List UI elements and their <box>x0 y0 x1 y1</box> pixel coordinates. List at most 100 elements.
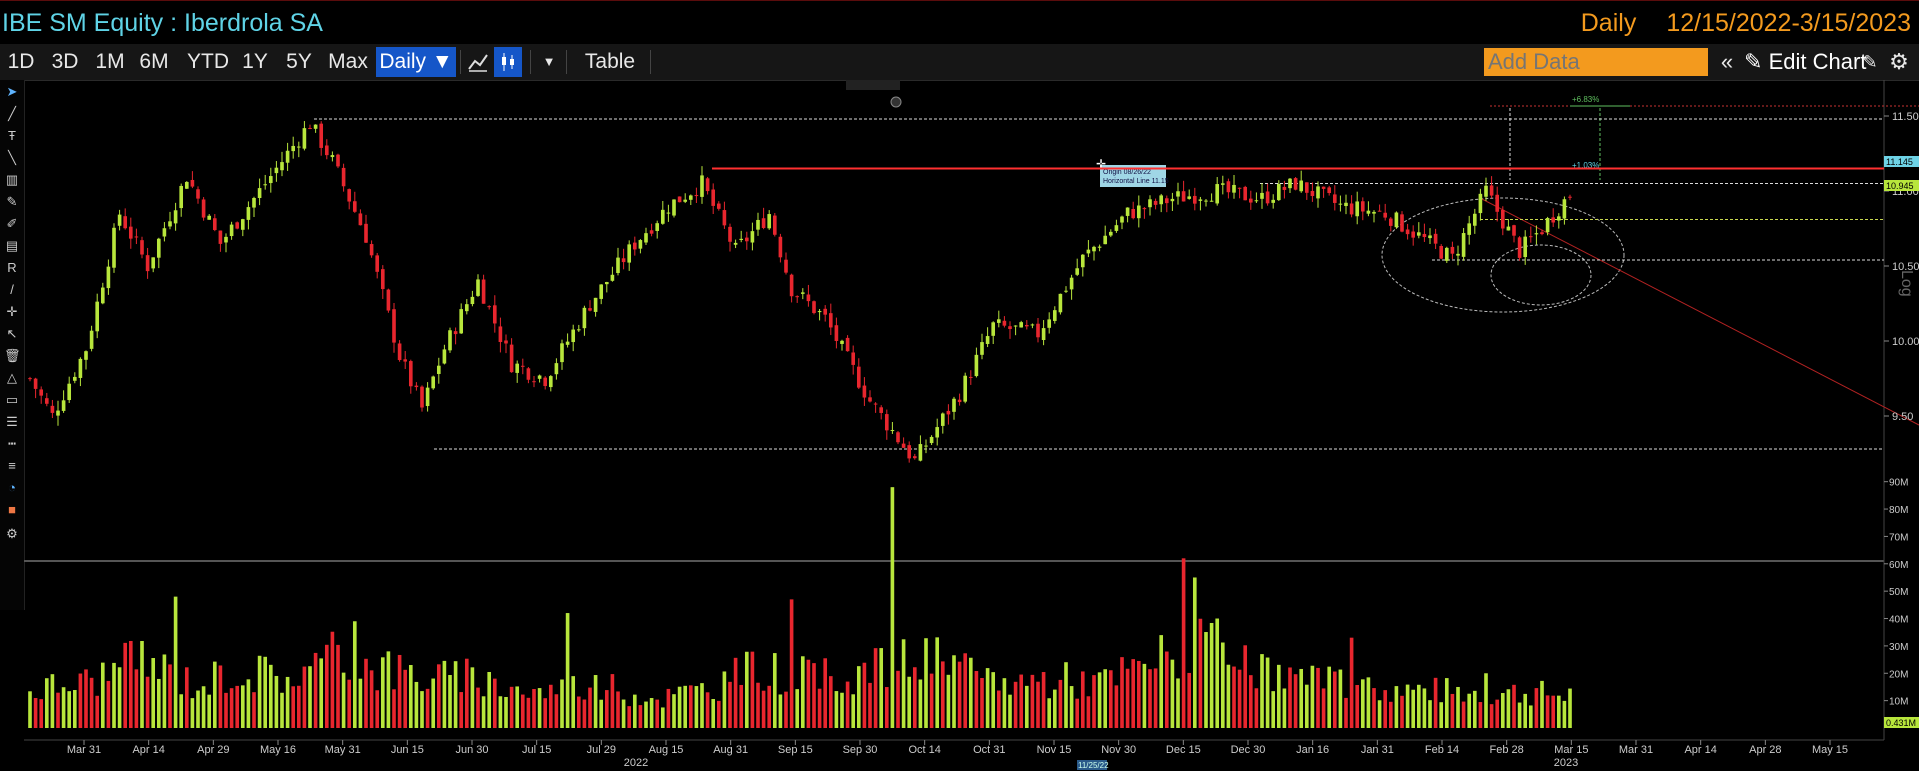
volume-bar <box>1108 670 1113 728</box>
candle <box>845 337 850 352</box>
double-chevron-left-icon[interactable]: « <box>1714 47 1740 77</box>
line-chart-icon[interactable] <box>464 47 492 77</box>
candle <box>940 413 945 426</box>
volume-bar <box>1360 679 1365 728</box>
range-1y-button[interactable]: 1Y <box>238 47 272 77</box>
range-max-button[interactable]: Max <box>326 47 370 77</box>
candle <box>1360 201 1365 212</box>
gear-icon[interactable]: ⚙ <box>1886 47 1912 77</box>
candle <box>1523 236 1528 258</box>
volume-bar <box>985 668 990 728</box>
range-5y-button[interactable]: 5Y <box>282 47 316 77</box>
candle <box>1472 213 1477 226</box>
volume-bar <box>201 686 206 728</box>
candle <box>610 274 615 281</box>
volume-tick-label: 70M <box>1889 532 1908 543</box>
candle <box>1293 178 1298 190</box>
candle <box>1064 290 1068 292</box>
volume-bar <box>448 675 452 728</box>
volume-bar <box>1097 672 1102 728</box>
candle <box>873 403 878 405</box>
dropdown-arrow-icon[interactable]: ▼ <box>536 47 562 77</box>
volume-bar <box>1383 690 1388 728</box>
candle <box>1489 185 1494 196</box>
volume-bar <box>1047 698 1052 728</box>
candle <box>548 376 553 388</box>
candle <box>1002 320 1007 326</box>
volume-bar <box>364 658 368 728</box>
time-tick-label: Mar 31 <box>1619 744 1653 756</box>
candle <box>1344 202 1348 207</box>
edit-chart-button[interactable]: ✎ Edit Chart <box>1744 47 1866 77</box>
candle <box>806 294 811 302</box>
volume-bar <box>1148 669 1152 728</box>
candle <box>442 349 447 364</box>
candle <box>1198 199 1203 201</box>
volume-bar <box>1086 696 1091 728</box>
range-3d-button[interactable]: 3D <box>48 47 82 77</box>
candle <box>1388 218 1393 226</box>
edit-settings-icon[interactable]: ✎ <box>1858 47 1882 77</box>
candle <box>1433 233 1438 244</box>
candle <box>324 145 329 156</box>
time-tick-label: Sep 30 <box>843 744 878 756</box>
candle <box>526 368 531 380</box>
candle <box>655 223 660 231</box>
volume-bar <box>884 687 889 728</box>
candle <box>677 196 682 203</box>
volume-bar <box>722 671 727 728</box>
range-1m-button[interactable]: 1M <box>92 47 128 77</box>
volume-tick-label: 30M <box>1889 642 1908 653</box>
volume-bar <box>1220 642 1225 728</box>
price-tick-label: 10.00 <box>1892 336 1919 348</box>
volume-bar <box>498 696 503 728</box>
log-scale-label: Log <box>1898 270 1915 297</box>
candle <box>72 376 77 381</box>
volume-bar <box>1215 618 1220 728</box>
volume-bar <box>1377 700 1382 728</box>
volume-bar <box>207 694 212 728</box>
candle <box>392 309 396 343</box>
candle <box>1495 194 1500 212</box>
candle <box>201 199 206 218</box>
volume-bar <box>112 662 116 728</box>
annotation-line1: Origin 08/26/22 <box>1103 169 1151 176</box>
candle <box>414 385 419 388</box>
candle <box>1551 217 1556 223</box>
candle <box>952 398 956 412</box>
volume-bar <box>756 682 760 728</box>
candle <box>380 269 385 290</box>
floating-draw-toolbar[interactable] <box>846 80 902 108</box>
volume-bar <box>319 658 324 728</box>
volume-bar <box>1198 618 1203 728</box>
volume-bar <box>957 661 962 728</box>
volume-tick-label: 90M <box>1889 478 1908 489</box>
candle <box>756 219 760 230</box>
period-label[interactable]: Daily <box>1581 9 1637 37</box>
candle <box>638 240 643 249</box>
table-button[interactable]: Table <box>578 47 642 77</box>
time-axis-group: Mar 31 Apr 14 Apr 29 May 16 May 31 Jun 15 Jun … <box>24 739 1884 769</box>
candle <box>1170 198 1175 202</box>
volume-bar <box>851 694 856 728</box>
volume-bar <box>1562 700 1567 728</box>
range-1d-button[interactable]: 1D <box>4 47 38 77</box>
frequency-dropdown[interactable]: Daily ▼ <box>376 47 456 77</box>
volume-bar <box>1366 677 1371 728</box>
security-title[interactable]: IBE SM Equity : Iberdrola SA <box>2 9 323 38</box>
candle <box>761 218 766 228</box>
range-ytd-button[interactable]: YTD <box>184 47 232 77</box>
candlestick-icon[interactable] <box>494 47 522 77</box>
candle <box>812 301 816 314</box>
date-range[interactable]: 12/15/2022-3/15/2023 <box>1666 9 1911 37</box>
candle <box>1243 186 1248 201</box>
candle <box>1265 191 1270 204</box>
range-6m-button[interactable]: 6M <box>136 47 172 77</box>
volume-bar <box>313 652 318 728</box>
price-chart[interactable]: +6.83% +1.03% Origin 08/26/22 Horizontal… <box>0 80 1919 771</box>
candle <box>1355 201 1360 217</box>
volume-badge-text: 0.431M <box>1886 718 1916 728</box>
candle <box>1248 198 1253 203</box>
add-data-input[interactable] <box>1484 48 1708 76</box>
volume-bar <box>414 681 419 728</box>
